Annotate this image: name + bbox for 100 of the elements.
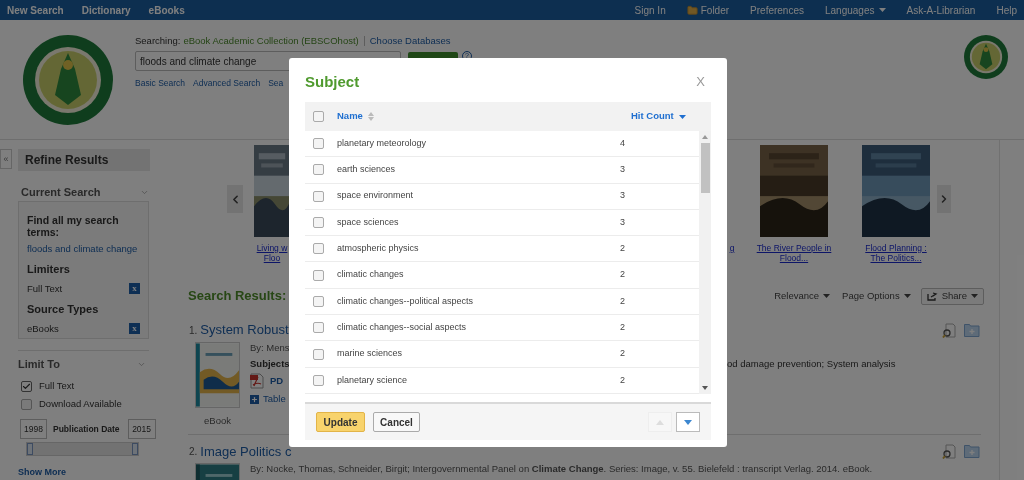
checkbox[interactable] [21,398,32,410]
nav-link[interactable]: Preferences [750,2,804,18]
checkbox[interactable] [313,374,324,386]
folder-icon [686,4,698,16]
subject-name: marine sciences [337,347,403,361]
result-authors: By: Nocke, Thomas, Schneider, Birgit; Intergovernmental Panel on Climate Change. Series: Image, v. 55. Bielefeld : transcript Verlag. 2014. eBook. [250,463,873,476]
collapse-button[interactable]: « [0,149,12,169]
nav-link[interactable]: Help [996,2,1017,18]
share-icon [926,291,938,301]
result-number: 1. [189,323,198,338]
document-search-icon[interactable] [942,322,956,338]
close-button[interactable]: X [696,72,705,92]
subject-name: space environment [337,189,414,203]
select-all-checkbox[interactable] [313,111,324,122]
checkbox[interactable] [21,380,32,392]
checkbox[interactable] [313,138,324,150]
hit-count: 4 [620,136,625,150]
option-label: Full Text [39,378,75,393]
subject-name: space sciences [337,215,399,229]
format-label: eBook [204,414,231,428]
subject-name: planetary meteorology [337,136,427,150]
caret-icon [971,294,978,298]
update-button[interactable]: Update [316,412,365,432]
option-label: Download Available [39,396,122,411]
checkbox[interactable] [313,190,324,202]
remove-button[interactable]: x [129,283,140,295]
choose-databases-link[interactable]: Choose Databases [369,34,451,49]
slider-handle[interactable] [132,443,138,455]
result-title-link[interactable]: System Robust [200,320,289,340]
search-term-link[interactable]: floods and climate change [27,242,140,257]
book-title-link[interactable]: Living w Floo [256,243,288,263]
show-more-link[interactable]: Show More [18,466,170,480]
checkbox[interactable] [313,322,324,334]
book-title-link[interactable]: The River People in Flood... [756,243,832,263]
pdf-icon [250,373,264,389]
remove-button[interactable]: x [129,323,140,335]
page-options-dropdown[interactable]: Page Options [842,288,911,304]
search-link[interactable]: Basic Search [135,77,186,90]
date-to-field[interactable]: 2015 [127,419,156,439]
scrollbar-thumb[interactable] [700,143,710,193]
sort-dropdown[interactable]: Relevance [774,288,831,304]
subject-name: climatic changes [337,268,404,282]
column-header[interactable]: Name [337,109,374,124]
limiters-heading: Limiters [27,262,71,278]
date-label: Publication Date [53,422,120,436]
subject-name: planetary science [337,373,408,387]
hit-count: 2 [620,294,625,308]
nav-link[interactable]: Ask-A-Librarian [906,2,976,18]
search-link[interactable]: Advanced Search [193,77,261,90]
date-from-field[interactable]: 1998 [20,419,47,439]
emblem-icon [22,34,113,125]
checkbox[interactable] [313,348,324,360]
folder-plus-icon[interactable] [964,323,980,337]
nav-link[interactable]: eBooks [148,2,185,18]
checkbox[interactable] [313,217,324,229]
expand-icon[interactable] [250,394,259,404]
cancel-button[interactable]: Cancel [373,412,420,432]
section-heading: Current Search [21,184,101,200]
panel-title: Refine Results [18,149,150,171]
hit-count: 2 [620,320,625,334]
column-header[interactable]: Hit Count [631,109,686,124]
next-button[interactable] [937,185,951,213]
share-button[interactable]: Share [920,287,984,305]
caret-down-icon[interactable] [702,386,708,390]
find-label: Find all my search terms: [27,214,120,238]
hit-count: 2 [620,242,625,256]
section-heading: Limit To [18,356,60,372]
checkbox[interactable] [313,269,324,281]
pdf-link[interactable]: PD [270,373,284,389]
book-title-link[interactable]: g [729,243,735,253]
subject-name: climatic changes--political aspects [337,294,474,308]
results-heading: Search Results: [188,287,287,306]
checkbox[interactable] [313,295,324,307]
caret-up-icon[interactable] [702,135,708,139]
source-types-heading: Source Types [27,302,100,317]
caret-icon [823,294,831,298]
nav-link[interactable]: Sign In [634,2,666,18]
caret-up-icon [656,419,664,425]
folder-plus-icon[interactable] [964,444,980,459]
nav-link[interactable]: Dictionary [81,2,131,18]
previous-button[interactable] [227,185,243,213]
subject-name: earth sciences [337,163,396,177]
subjects-text: od damage prevention; System analysis [727,358,896,370]
checkbox[interactable] [313,243,324,255]
checkbox[interactable] [313,164,324,176]
nav-link[interactable]: New Search [7,2,64,18]
document-search-icon[interactable] [942,443,956,459]
search-link[interactable]: Sea [268,77,284,90]
nav-link[interactable]: Folder [700,2,730,18]
hit-count: 2 [620,373,625,387]
book-title-link[interactable]: Flood Planning : The Politics... [865,243,927,263]
result-authors: By: Mens [250,342,290,354]
scroll-down-button[interactable] [676,412,700,432]
result-title-link[interactable]: Image Politics c [200,441,292,461]
toc-link[interactable]: Table [263,393,286,405]
hit-count: 3 [620,215,625,229]
nav-dropdown[interactable]: Languages [825,2,886,18]
hit-count: 2 [620,268,625,282]
slider-handle[interactable] [27,443,33,455]
scrollbar[interactable] [699,131,711,394]
